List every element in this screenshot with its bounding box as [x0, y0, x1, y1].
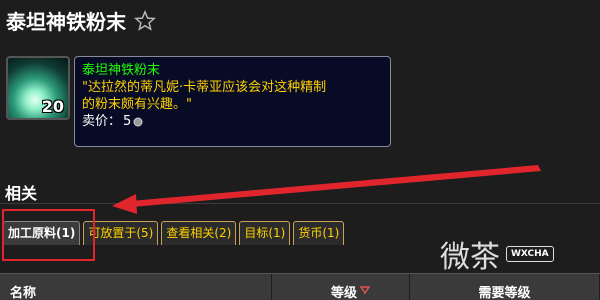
tab-target[interactable]: 目标(1)	[239, 221, 291, 245]
watermark-logo-text: 微茶	[440, 240, 500, 275]
sort-desc-icon	[360, 286, 370, 295]
titansteel-powder-icon[interactable]: 20	[6, 56, 70, 120]
related-section-title: 相关	[5, 184, 38, 203]
column-name[interactable]: 名称	[0, 274, 272, 300]
tooltip-sell-price: 卖价： 5	[82, 113, 383, 130]
item-tooltip: 泰坦神铁粉末 "达拉然的蒂凡妮·卡蒂亚应该会对这种精制 的粉末颇有兴趣。" 卖价…	[74, 56, 391, 147]
column-level-label: 等级	[330, 286, 357, 300]
copper-coin-icon	[133, 117, 143, 126]
item-stack-count: 20	[41, 97, 64, 116]
tooltip-desc-line2: 的粉末颇有兴趣。"	[82, 97, 192, 112]
price-label: 卖价：	[82, 114, 122, 129]
tab-see-also[interactable]: 查看相关(2)	[161, 221, 237, 245]
tooltip-item-name: 泰坦神铁粉末	[82, 63, 161, 78]
price-value: 5	[123, 114, 132, 129]
annotation-highlight-box	[2, 209, 95, 261]
column-level[interactable]: 等级	[272, 274, 410, 300]
page-title: 泰坦神铁粉末	[6, 6, 156, 35]
section-divider	[0, 203, 600, 204]
tooltip-desc-line1: "达拉然的蒂凡妮·卡蒂亚应该会对这种精制	[82, 80, 327, 95]
table-header: 名称 等级 需要等级	[0, 273, 600, 300]
column-required-level[interactable]: 需要等级	[410, 274, 600, 300]
page-title-text: 泰坦神铁粉末	[6, 10, 126, 34]
tab-currency[interactable]: 货币(1)	[293, 221, 345, 245]
star-icon[interactable]	[134, 9, 156, 32]
watermark: 微茶 WXCHA	[440, 232, 554, 276]
watermark-badge: WXCHA	[506, 246, 554, 262]
